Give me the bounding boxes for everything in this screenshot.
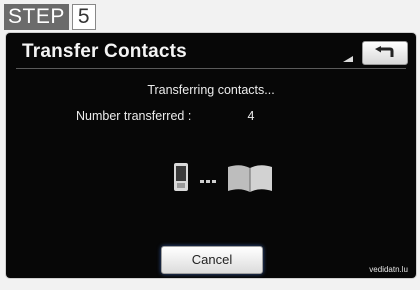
cancel-button[interactable]: Cancel xyxy=(161,246,263,274)
signal-icon xyxy=(343,56,353,62)
step-badge: STEP 5 xyxy=(4,4,96,30)
address-book-icon xyxy=(228,165,272,192)
transferred-count-label: Number transferred : xyxy=(76,109,192,123)
step-number: 5 xyxy=(71,4,96,30)
transferred-count-row: Number transferred : 4 xyxy=(76,109,254,123)
transfer-graphic xyxy=(174,163,272,192)
watermark: vedidatn.lu xyxy=(369,265,408,274)
transfer-screen: Transfer Contacts Transferring contacts.… xyxy=(6,33,416,278)
phone-icon xyxy=(174,163,188,191)
back-button[interactable] xyxy=(362,41,408,65)
back-arrow-icon xyxy=(375,46,394,57)
step-label: STEP xyxy=(4,4,69,30)
transfer-status-message: Transferring contacts... xyxy=(147,83,275,97)
screen-title: Transfer Contacts xyxy=(22,41,187,62)
transferred-count-value: 4 xyxy=(247,109,255,123)
header-divider xyxy=(16,68,406,69)
transfer-dots-icon xyxy=(200,180,216,183)
